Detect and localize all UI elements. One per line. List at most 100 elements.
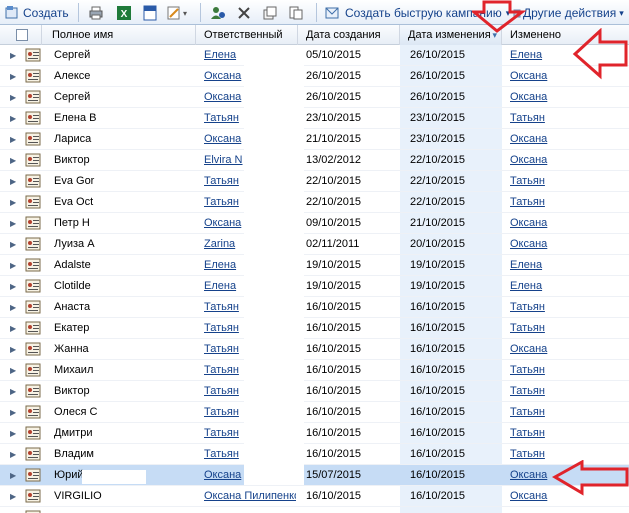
expand-row-icon[interactable]: ▶ (10, 192, 16, 213)
select-all-checkbox[interactable] (16, 29, 28, 41)
cell-modified-on: 16/10/2015 (410, 322, 466, 334)
expand-row-icon[interactable]: ▶ (10, 276, 16, 297)
expand-row-icon[interactable]: ▶ (10, 402, 16, 423)
expand-row-icon[interactable]: ▶ (10, 507, 16, 513)
cell-modified-by[interactable]: Оксана (510, 339, 620, 360)
table-row[interactable]: ▶ Eva Oct Татьян 22/10/2015 22/10/2015 Татьян (0, 192, 629, 213)
column-header-full-name[interactable]: Полное имя (42, 25, 196, 45)
cell-modified-by[interactable]: Оксана (510, 129, 620, 150)
share-button[interactable] (288, 4, 304, 22)
table-row[interactable]: ▶ Екатер Татьян 16/10/2015 16/10/2015 Татьян (0, 318, 629, 339)
export-excel-button[interactable]: X (116, 4, 132, 22)
expand-row-icon[interactable]: ▶ (10, 255, 16, 276)
cell-owner[interactable]: Оксана Пилипенко (204, 486, 296, 507)
expand-row-icon[interactable]: ▶ (10, 66, 16, 87)
actions-icon (513, 9, 521, 18)
column-header-created-on[interactable]: Дата создания (298, 25, 400, 45)
expand-row-icon[interactable]: ▶ (10, 129, 16, 150)
cell-modified-by[interactable]: Татьян (510, 297, 620, 318)
cell-modified-by[interactable]: Оксана (510, 465, 620, 486)
table-row[interactable]: ▶ Виктор Татьян 16/10/2015 16/10/2015 Татьян (0, 381, 629, 402)
table-row[interactable]: ▶ VIRGILIO Оксана Пилипенко 16/10/2015 16/10… (0, 486, 629, 507)
expand-row-icon[interactable]: ▶ (10, 108, 16, 129)
cell-modified-by[interactable]: Татьян (510, 423, 620, 444)
delete-icon (238, 7, 250, 19)
cell-modified-by[interactable]: Татьян (510, 360, 620, 381)
share-icon (289, 6, 303, 20)
expand-row-icon[interactable]: ▶ (10, 45, 16, 66)
copy-button[interactable] (262, 4, 278, 22)
expand-row-icon[interactable]: ▶ (10, 486, 16, 507)
cell-modified-by[interactable]: Оксана (510, 486, 620, 507)
cell-modified-by[interactable]: Татьян (510, 381, 620, 402)
cell-full-name: Михаил (54, 364, 94, 376)
expand-row-icon[interactable]: ▶ (10, 423, 16, 444)
table-row[interactable]: ▶ Луиза А Zarina 02/11/2011 20/10/2015 Оксана (0, 234, 629, 255)
cell-modified-by[interactable]: Татьян (510, 108, 620, 129)
cell-modified-by[interactable]: Татьян (510, 318, 620, 339)
cell-modified-by[interactable]: Оксана (510, 234, 620, 255)
cell-modified-by[interactable]: Елена (510, 276, 620, 297)
mail-merge-button[interactable] (142, 4, 158, 22)
cell-modified-by[interactable]: Татьян (510, 402, 620, 423)
column-header-modified-by[interactable]: Изменено (502, 25, 629, 45)
table-row[interactable]: ▶ Олеся С Татьян 16/10/2015 16/10/2015 Татьян (0, 402, 629, 423)
expand-row-icon[interactable]: ▶ (10, 360, 16, 381)
expand-row-icon[interactable]: ▶ (10, 444, 16, 465)
assign-button[interactable] (210, 4, 226, 22)
expand-row-icon[interactable]: ▶ (10, 150, 16, 171)
table-row[interactable]: ▶ Дмитри Татьян 16/10/2015 16/10/2015 Татьян (0, 423, 629, 444)
table-row[interactable]: ▶ Лариса Оксана 21/10/2015 23/10/2015 Оксана (0, 129, 629, 150)
cell-modified-by[interactable]: Оксана (510, 150, 620, 171)
assign-edit-button[interactable]: ▾ (166, 4, 187, 22)
cell-modified-by[interactable]: Оксана (510, 213, 620, 234)
cell-created-on: 21/10/2015 (306, 133, 362, 145)
table-row[interactable]: ▶ Владим Татьян 16/10/2015 16/10/2015 Татьян (0, 444, 629, 465)
cell-modified-by[interactable]: Татьян (510, 192, 620, 213)
contact-card-icon (25, 90, 41, 104)
table-row[interactable]: ▶ Сергей Елена 05/10/2015 26/10/2015 Елена (0, 45, 629, 66)
table-row[interactable]: ▶ Adalste Елена 19/10/2015 19/10/2015 Елена (0, 255, 629, 276)
cell-modified-by[interactable]: Татьян (510, 444, 620, 465)
table-row[interactable]: ▶ Елена В Татьян 23/10/2015 23/10/2015 Татьян (0, 108, 629, 129)
svg-text:X: X (121, 9, 128, 20)
mail-merge-icon (167, 6, 180, 20)
cell-modified-by[interactable]: Татьян (510, 171, 620, 192)
cell-modified-by[interactable]: Оксана (510, 87, 620, 108)
table-row[interactable]: ▶ Петр Н Оксана 09/10/2015 21/10/2015 Оксана (0, 213, 629, 234)
expand-row-icon[interactable]: ▶ (10, 381, 16, 402)
column-header-modified-on[interactable]: Дата изменения ▾ (400, 25, 502, 45)
table-row[interactable]: ▶ Clotilde Елена 19/10/2015 19/10/2015 Елена (0, 276, 629, 297)
table-row[interactable]: ▶ Eva Gor Татьян 22/10/2015 22/10/2015 Татьян (0, 171, 629, 192)
table-row[interactable]: ▶ Алексе Оксана 26/10/2015 26/10/2015 Оксана (0, 66, 629, 87)
expand-row-icon[interactable]: ▶ (10, 171, 16, 192)
cell-modified-on: 16/10/2015 (410, 448, 466, 460)
expand-row-icon[interactable]: ▶ (10, 339, 16, 360)
cell-modified-by[interactable]: Оксана (510, 66, 620, 87)
contact-card-icon (25, 174, 41, 188)
campaign-icon (325, 7, 339, 19)
expand-row-icon[interactable]: ▶ (10, 297, 16, 318)
print-button[interactable] (88, 4, 104, 22)
cell-modified-by[interactable]: Елена (510, 45, 620, 66)
table-row[interactable]: ▶ Жанна Татьян 16/10/2015 16/10/2015 Оксана (0, 339, 629, 360)
cell-modified-by[interactable]: Елена (510, 255, 620, 276)
table-row[interactable]: ▶ Анаста Татьян 16/10/2015 16/10/2015 Татьян (0, 297, 629, 318)
create-button[interactable]: Создать (4, 4, 69, 22)
expand-row-icon[interactable]: ▶ (10, 87, 16, 108)
delete-button[interactable] (236, 4, 252, 22)
quick-campaign-button[interactable]: Создать быструю кампанию ▾ (324, 4, 510, 22)
cell-owner[interactable] (204, 507, 296, 513)
cell-modified-by[interactable] (510, 507, 620, 513)
table-row[interactable]: ▶ Виктор Elvira N 13/02/2012 22/10/2015 Оксан… (0, 150, 629, 171)
expand-row-icon[interactable]: ▶ (10, 318, 16, 339)
table-row[interactable]: ▶ Сергей Оксана 26/10/2015 26/10/2015 Оксана (0, 87, 629, 108)
expand-row-icon[interactable]: ▶ (10, 213, 16, 234)
more-actions-button[interactable]: Другие действия ▾ (512, 4, 624, 22)
table-row[interactable]: ▶ Михаил Татьян 16/10/2015 16/10/2015 Татьян (0, 360, 629, 381)
cell-created-on: 09/10/2015 (306, 217, 362, 229)
expand-row-icon[interactable]: ▶ (10, 234, 16, 255)
column-header-owner[interactable]: Ответственный (196, 25, 298, 45)
table-row[interactable]: ▶ (0, 507, 629, 513)
expand-row-icon[interactable]: ▶ (10, 465, 16, 486)
